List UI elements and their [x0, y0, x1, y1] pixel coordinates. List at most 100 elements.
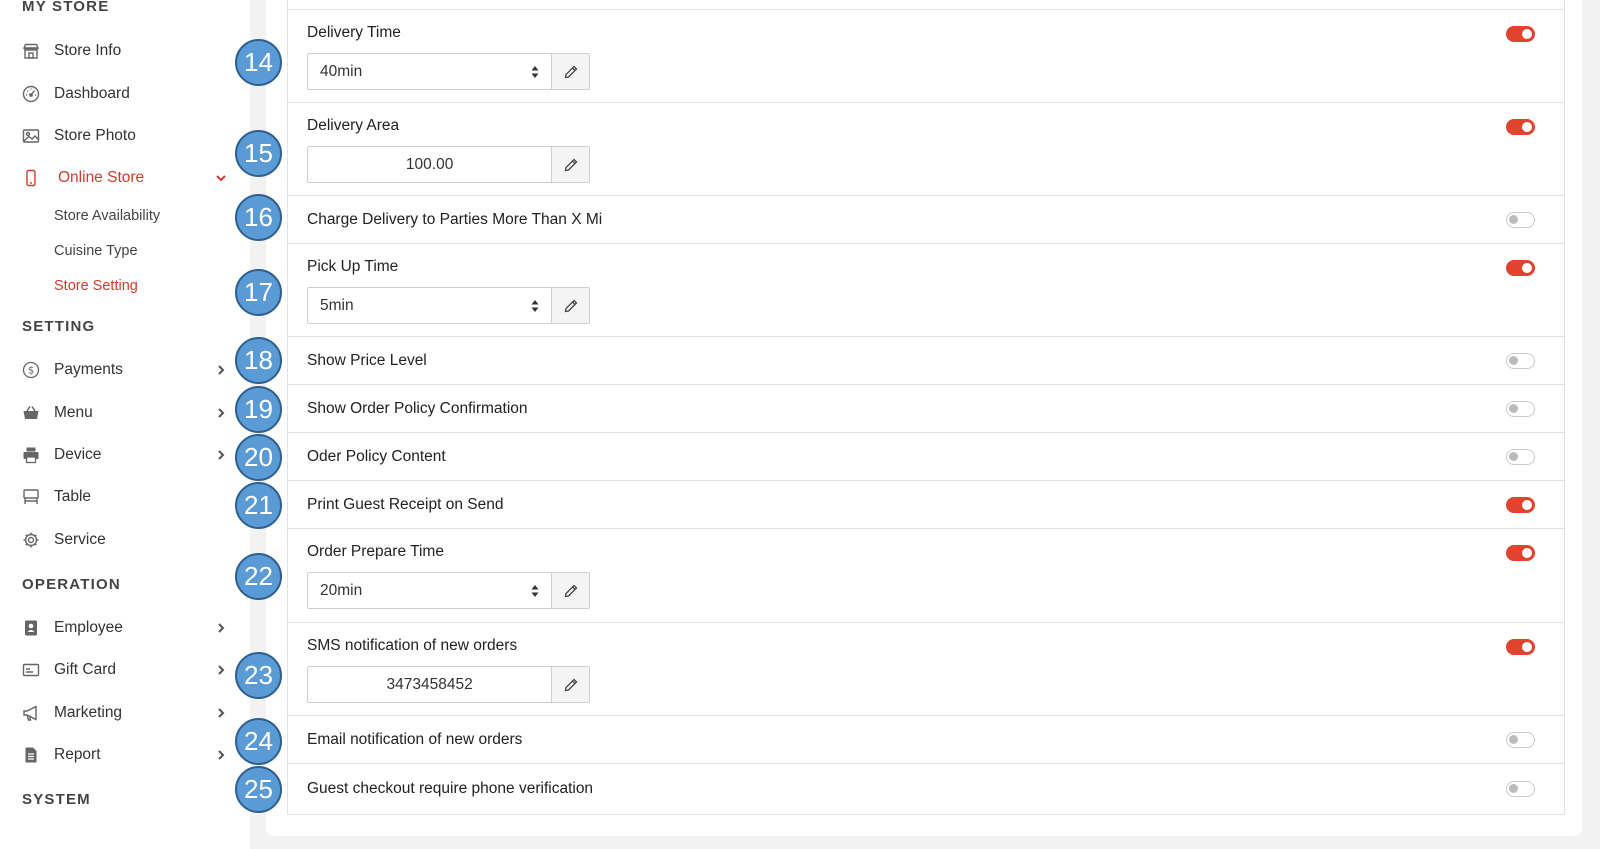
- setting-label: Print Guest Receipt on Send: [307, 495, 504, 513]
- sidebar-item-menu[interactable]: Menu: [22, 398, 228, 428]
- annotation-badge-22: 22: [235, 553, 282, 600]
- chevron-right-icon: [214, 448, 228, 462]
- sort-arrows-icon: [531, 65, 539, 78]
- sidebar-item-online-store[interactable]: Online Store: [22, 163, 228, 193]
- pick-up-time-toggle[interactable]: [1506, 260, 1535, 276]
- delivery-time-select[interactable]: 40min: [308, 54, 551, 89]
- sidebar-item-label: Gift Card: [54, 661, 117, 678]
- setting-row-order-policy-content: Oder Policy Content: [288, 432, 1564, 480]
- setting-label: Show Order Policy Confirmation: [307, 399, 528, 417]
- selected-value: 20min: [320, 581, 363, 599]
- pick-up-time-select[interactable]: 5min: [308, 288, 551, 323]
- section-title-system: SYSTEM: [22, 791, 91, 808]
- sidebar-item-employee[interactable]: Employee: [22, 613, 228, 643]
- annotation-badge-16: 16: [235, 194, 282, 241]
- section-title-my-store: MY STORE: [22, 0, 110, 15]
- sms-notification-control: 3473458452: [307, 666, 590, 703]
- section-title-setting: SETTING: [22, 318, 96, 335]
- chair-icon: [22, 488, 40, 506]
- order-policy-content-toggle[interactable]: [1506, 448, 1535, 465]
- sidebar-item-table[interactable]: Table: [22, 482, 228, 512]
- show-price-level-toggle[interactable]: [1506, 352, 1535, 369]
- order-prepare-time-control: 20min: [307, 572, 590, 609]
- setting-label: Charge Delivery to Parties More Than X M…: [307, 210, 603, 228]
- annotation-badge-14: 14: [235, 39, 282, 86]
- pick-up-time-control: 5min: [307, 287, 590, 324]
- main-panel: Delivery Time 40min Delivery Area 100.00: [266, 0, 1582, 836]
- pencil-icon: [564, 678, 578, 691]
- chevron-right-icon: [214, 706, 228, 720]
- setting-row-pick-up-time: Pick Up Time 5min: [288, 243, 1564, 336]
- card-icon: [22, 661, 40, 679]
- image-icon: [22, 127, 40, 145]
- sort-arrows-icon: [531, 299, 539, 312]
- selected-value: 5min: [320, 296, 354, 314]
- sidebar-item-payments[interactable]: $ Payments: [22, 355, 228, 385]
- guest-checkout-phone-toggle[interactable]: [1506, 780, 1535, 797]
- sidebar-item-label: Online Store: [58, 169, 145, 186]
- setting-label: SMS notification of new orders: [307, 637, 518, 654]
- sidebar-item-label: Store Photo: [54, 127, 136, 144]
- setting-row-show-order-policy: Show Order Policy Confirmation: [288, 384, 1564, 432]
- pencil-icon: [564, 65, 578, 78]
- order-prepare-time-select[interactable]: 20min: [308, 573, 551, 608]
- sidebar-item-dashboard[interactable]: Dashboard: [22, 79, 228, 109]
- sidebar-item-device[interactable]: Device: [22, 440, 228, 470]
- chevron-right-icon: [214, 621, 228, 635]
- sidebar-item-label: Report: [54, 746, 101, 763]
- pick-up-time-edit-button[interactable]: [551, 288, 589, 323]
- annotation-badge-24: 24: [235, 718, 282, 765]
- gauge-icon: [22, 85, 40, 103]
- setting-row-guest-checkout-phone: Guest checkout require phone verificatio…: [288, 763, 1564, 813]
- delivery-area-input[interactable]: 100.00: [308, 147, 551, 182]
- dollar-coin-icon: $: [22, 361, 40, 379]
- sidebar-item-label: Menu: [54, 404, 93, 421]
- sms-phone-edit-button[interactable]: [551, 667, 589, 702]
- sidebar-subitem-store-setting[interactable]: Store Setting: [54, 278, 138, 294]
- sidebar-item-label: Payments: [54, 361, 123, 378]
- chevron-right-icon: [214, 363, 228, 377]
- delivery-area-edit-button[interactable]: [551, 147, 589, 182]
- settings-list: Delivery Time 40min Delivery Area 100.00: [287, 0, 1565, 815]
- sms-phone-input[interactable]: 3473458452: [308, 667, 551, 702]
- sms-notification-toggle[interactable]: [1506, 639, 1535, 655]
- charge-delivery-toggle[interactable]: [1506, 211, 1535, 228]
- setting-label: Order Prepare Time: [307, 543, 444, 560]
- pencil-icon: [564, 299, 578, 312]
- annotation-badge-23: 23: [235, 652, 282, 699]
- pencil-icon: [564, 158, 578, 171]
- sidebar-subitem-cuisine-type[interactable]: Cuisine Type: [54, 243, 138, 259]
- annotation-badge-21: 21: [235, 482, 282, 529]
- sidebar-item-gift-card[interactable]: Gift Card: [22, 655, 228, 685]
- setting-row-delivery-time: Delivery Time 40min: [288, 9, 1564, 102]
- delivery-time-edit-button[interactable]: [551, 54, 589, 89]
- sidebar-item-label: Service: [54, 531, 106, 548]
- setting-label: Show Price Level: [307, 351, 427, 369]
- sidebar-item-marketing[interactable]: Marketing: [22, 698, 228, 728]
- sidebar-item-store-photo[interactable]: Store Photo: [22, 121, 228, 151]
- email-notification-toggle[interactable]: [1506, 731, 1535, 748]
- setting-label: Email notification of new orders: [307, 730, 523, 748]
- chevron-right-icon: [214, 663, 228, 677]
- selected-value: 40min: [320, 62, 363, 80]
- chevron-down-icon: [214, 171, 228, 185]
- mobile-phone-icon: [22, 169, 40, 187]
- sidebar-item-report[interactable]: Report: [22, 740, 228, 770]
- delivery-time-toggle[interactable]: [1506, 26, 1535, 42]
- setting-row-print-guest-receipt: Print Guest Receipt on Send: [288, 480, 1564, 528]
- setting-row-charge-delivery: Charge Delivery to Parties More Than X M…: [288, 195, 1564, 243]
- sidebar: MY STORE Store Info Dashboard Store Phot…: [0, 0, 250, 849]
- setting-row-email-notification: Email notification of new orders: [288, 715, 1564, 763]
- order-prepare-time-edit-button[interactable]: [551, 573, 589, 608]
- svg-text:$: $: [28, 366, 34, 377]
- sidebar-item-service[interactable]: Service: [22, 525, 228, 555]
- sidebar-item-store-info[interactable]: Store Info: [22, 36, 228, 66]
- megaphone-icon: [22, 704, 40, 722]
- sidebar-subitem-store-availability[interactable]: Store Availability: [54, 208, 160, 224]
- order-prepare-time-toggle[interactable]: [1506, 545, 1535, 561]
- sidebar-item-label: Table: [54, 488, 92, 505]
- print-guest-receipt-toggle[interactable]: [1506, 496, 1535, 513]
- delivery-time-control: 40min: [307, 53, 590, 90]
- show-order-policy-toggle[interactable]: [1506, 400, 1535, 417]
- delivery-area-toggle[interactable]: [1506, 119, 1535, 135]
